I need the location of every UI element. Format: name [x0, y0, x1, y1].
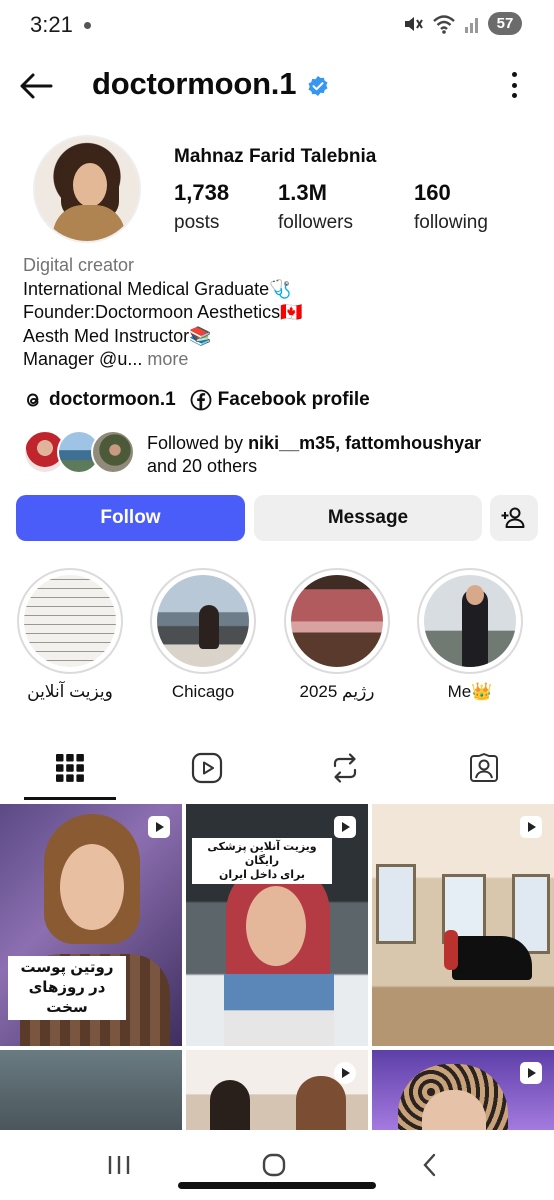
- post-caption: روتین پوست در روزهای سخت: [8, 956, 126, 1020]
- highlight-cover: [157, 575, 249, 667]
- home-circle-icon: [262, 1153, 286, 1177]
- back-button[interactable]: [16, 66, 56, 106]
- full-name: Mahnaz Farid Talebnia: [174, 146, 377, 167]
- post-thumbnail[interactable]: روتین پوست در روزهای سخت: [0, 804, 182, 1046]
- post-thumbnail[interactable]: [186, 1050, 368, 1130]
- reel-icon: [148, 816, 170, 838]
- message-button[interactable]: Message: [254, 495, 482, 541]
- post-thumbnail[interactable]: [372, 1050, 554, 1130]
- threads-link[interactable]: doctormoon.1: [23, 389, 176, 411]
- threads-icon: [27, 393, 39, 407]
- stat-posts[interactable]: 1,738 posts: [174, 180, 229, 234]
- more-options-button[interactable]: [504, 70, 524, 100]
- battery-indicator: 57: [488, 12, 522, 35]
- followed-by-prefix: Followed by: [147, 433, 244, 453]
- highlight-chicago[interactable]: Chicago: [150, 568, 256, 702]
- verified-badge-icon: [308, 76, 328, 96]
- home-button[interactable]: [254, 1148, 294, 1182]
- username-title: doctormoon.1: [92, 66, 297, 101]
- threads-link-text: doctormoon.1: [49, 389, 176, 410]
- follow-button[interactable]: Follow: [16, 495, 245, 541]
- facebook-link-text: Facebook profile: [217, 389, 370, 410]
- dot-icon: [511, 93, 517, 98]
- followers-count: 1.3M: [278, 180, 327, 205]
- highlight-label: ویزیت آنلاین: [27, 682, 113, 701]
- wifi-icon: [433, 14, 455, 34]
- tab-reels[interactable]: [161, 740, 253, 796]
- bio-line-last: Manager @u... more: [23, 348, 543, 372]
- reel-icon: [334, 816, 356, 838]
- bio-more-link[interactable]: more: [147, 349, 188, 369]
- profile-avatar[interactable]: [33, 135, 141, 243]
- highlight-label: Me👑: [447, 682, 493, 701]
- followed-by[interactable]: Followed by niki__m35, fattomhoushyar an…: [23, 430, 543, 476]
- bio-line: Aesth Med Instructor📚: [23, 325, 212, 346]
- following-label: following: [414, 212, 488, 233]
- arrow-left-icon: [20, 73, 53, 99]
- chevron-left-icon: [423, 1153, 436, 1177]
- reel-icon: [520, 1062, 542, 1084]
- home-indicator[interactable]: [178, 1182, 376, 1189]
- system-nav-bar: [0, 1130, 554, 1200]
- reel-icon: [520, 816, 542, 838]
- status-bar: 3:21 57: [0, 0, 554, 52]
- post-thumbnail[interactable]: ویزیت آنلاین پزشکی رایگان برای داخل ایرا…: [186, 804, 368, 1046]
- mutual-avatars: [23, 430, 138, 476]
- following-count: 160: [414, 180, 451, 205]
- tab-reposts[interactable]: [299, 740, 391, 796]
- back-nav-button[interactable]: [410, 1148, 450, 1182]
- content-tabs: [0, 740, 554, 802]
- highlight-online-visit[interactable]: ویزیت آنلاین: [17, 568, 123, 702]
- mutual-avatar: [91, 430, 135, 474]
- recent-apps-icon: [108, 1156, 130, 1174]
- highlight-cover: [424, 575, 516, 667]
- signal-icon: [465, 17, 478, 33]
- dot-icon: [511, 72, 517, 77]
- active-tab-indicator: [24, 797, 116, 800]
- highlight-label: Chicago: [171, 682, 235, 701]
- highlight-cover: [291, 575, 383, 667]
- bio-line: Founder:Doctormoon Aesthetics🇨🇦: [23, 302, 303, 322]
- post-caption: ویزیت آنلاین پزشکی رایگان برای داخل ایرا…: [192, 838, 332, 884]
- category-label: Digital creator: [23, 255, 135, 275]
- reel-icon: [334, 1062, 356, 1084]
- status-icons: 57: [402, 12, 522, 35]
- suggested-users-button[interactable]: [490, 495, 538, 541]
- bio-line: Manager @u...: [23, 349, 143, 369]
- stat-following[interactable]: 160 following: [414, 180, 488, 234]
- highlight-label: رژیم 2025: [299, 682, 375, 701]
- tab-tagged[interactable]: [438, 740, 530, 796]
- followed-by-text: Followed by niki__m35, fattomhoushyar an…: [147, 432, 481, 478]
- dot-icon: [511, 82, 517, 88]
- followed-by-names: niki__m35, fattomhoushyar: [248, 433, 482, 453]
- recent-apps-button[interactable]: [99, 1148, 139, 1182]
- posts-label: posts: [174, 212, 220, 233]
- profile-header: doctormoon.1: [0, 60, 554, 110]
- highlight-cover: [24, 575, 116, 667]
- reposts-icon: [333, 753, 357, 783]
- tagged-icon: [470, 753, 498, 782]
- stat-followers[interactable]: 1.3M followers: [278, 180, 353, 234]
- add-person-icon: [501, 507, 525, 528]
- profile-links: doctormoon.1 Facebook profile: [23, 389, 384, 411]
- mute-icon: [405, 16, 423, 31]
- followed-by-suffix: and 20 others: [147, 456, 258, 476]
- status-time: 3:21: [30, 12, 73, 37]
- highlight-me[interactable]: Me👑: [417, 568, 523, 702]
- reels-icon: [191, 752, 223, 784]
- notification-dot: [84, 22, 91, 29]
- followers-label: followers: [278, 212, 353, 233]
- post-thumbnail[interactable]: [372, 804, 554, 1046]
- bio: Digital creator International Medical Gr…: [23, 254, 543, 372]
- facebook-link[interactable]: Facebook profile: [190, 389, 370, 411]
- bio-line: International Medical Graduate🩺: [23, 278, 292, 299]
- post-thumbnail[interactable]: [0, 1050, 182, 1130]
- highlight-diet-2025[interactable]: رژیم 2025: [284, 568, 390, 702]
- grid-icon: [56, 754, 84, 782]
- posts-count: 1,738: [174, 180, 230, 205]
- tab-posts[interactable]: [24, 740, 116, 796]
- facebook-icon: [190, 389, 212, 411]
